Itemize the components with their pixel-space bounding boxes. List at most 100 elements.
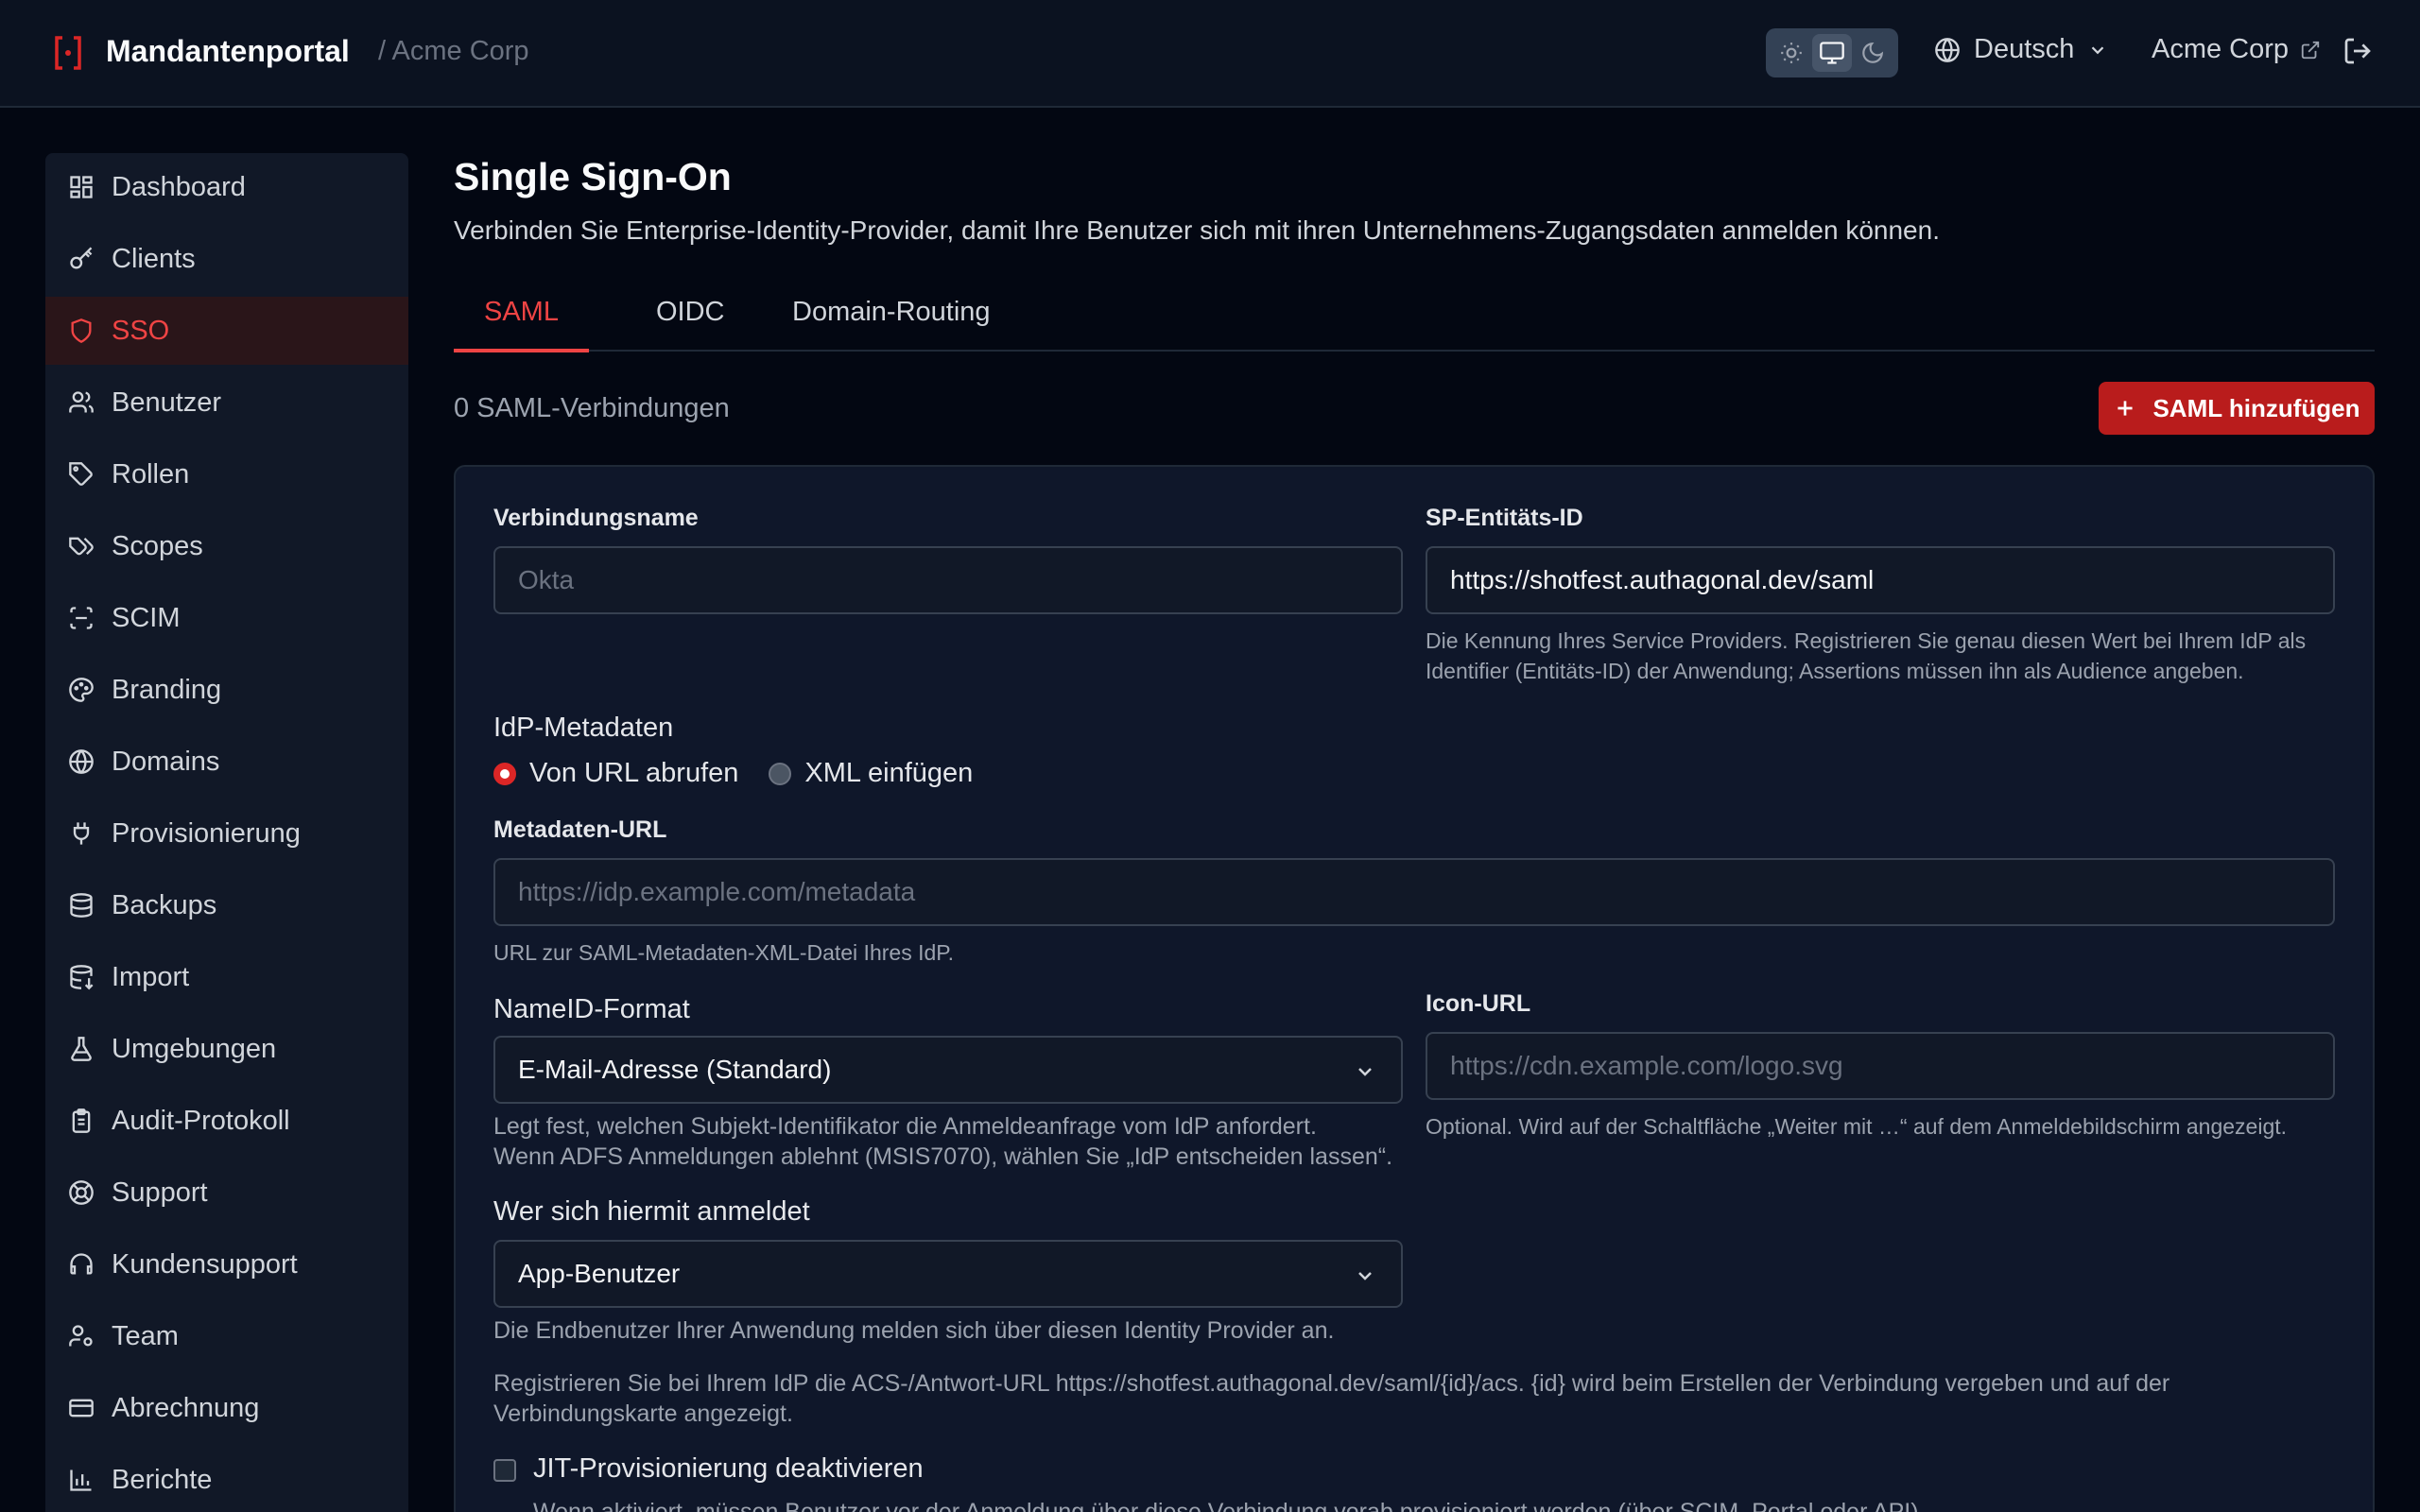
tab-oidc[interactable]: OIDC	[626, 297, 755, 349]
users-icon	[69, 391, 94, 413]
sidebar-item-scopes[interactable]: Scopes	[45, 512, 408, 580]
sidebar-item-team[interactable]: Team	[45, 1302, 408, 1370]
tenant-label: Acme Corp	[2152, 34, 2290, 64]
sidebar-item-label: Benutzer	[112, 387, 222, 418]
sidebar-item-backups[interactable]: Backups	[45, 871, 408, 939]
sidebar-item-label: Backups	[112, 889, 217, 920]
sidebar-item-label: SCIM	[112, 602, 181, 633]
key-icon	[70, 247, 93, 269]
globe-icon	[69, 749, 94, 774]
flask-icon	[71, 1037, 92, 1061]
tags-icon	[69, 537, 94, 556]
radio-url-label[interactable]: Von URL abrufen	[529, 758, 738, 789]
headset-icon	[70, 1253, 93, 1275]
sidebar-item-support[interactable]: Support	[45, 1159, 408, 1227]
theme-light-button[interactable]	[1772, 34, 1811, 72]
sidebar-item-label: SSO	[112, 315, 170, 346]
icon-url-help: Optional. Wird auf der Schaltfläche „Wei…	[1426, 1114, 2288, 1139]
who-signs-in-label: Wer sich hiermit anmeldet	[493, 1196, 810, 1227]
database-icon	[70, 893, 93, 918]
sidebar-item-label: Scopes	[112, 530, 203, 561]
sidebar-item-label: Dashboard	[112, 171, 246, 202]
palette-icon	[69, 678, 94, 702]
sidebar-item-import[interactable]: Import	[45, 943, 408, 1011]
metadata-url-input[interactable]: https://idp.example.com/metadata	[493, 858, 2335, 926]
sidebar-item-label: Support	[112, 1177, 208, 1208]
metadata-url-help: URL zur SAML-Metadaten-XML-Datei Ihres I…	[493, 940, 955, 965]
sp-entity-id-help-1: Die Kennung Ihres Service Providers. Reg…	[1426, 628, 2307, 653]
tag-icon	[69, 462, 93, 486]
connection-name-label: Verbindungsname	[493, 505, 699, 531]
sp-entity-id-input[interactable]: https://shotfest.authagonal.dev/saml	[1426, 546, 2335, 614]
jit-checkbox[interactable]	[493, 1459, 516, 1482]
breadcrumb: / Acme Corp	[378, 36, 529, 66]
chevron-down-icon	[2092, 45, 2104, 54]
sidebar-item-label: Umgebungen	[112, 1033, 277, 1064]
sidebar-item-label: Provisionierung	[112, 817, 301, 849]
icon-url-input[interactable]: https://cdn.example.com/logo.svg	[1426, 1032, 2335, 1100]
sidebar-item-label: Team	[112, 1320, 179, 1351]
radio-url[interactable]	[493, 762, 516, 785]
radio-xml[interactable]	[769, 762, 792, 785]
sidebar-item-abrechnung[interactable]: Abrechnung	[45, 1374, 408, 1442]
shield-icon	[71, 318, 92, 343]
tab-saml[interactable]: SAML	[454, 297, 589, 352]
nameid-format-help-1: Legt fest, welchen Subjekt-Identifikator…	[493, 1113, 1317, 1140]
sidebar-item-rollen[interactable]: Rollen	[45, 440, 408, 508]
acs-note-1: Registrieren Sie bei Ihrem IdP die ACS-/…	[493, 1370, 2170, 1397]
add-saml-button[interactable]: SAML hinzufügen	[2099, 382, 2375, 435]
user-cog-icon	[69, 1325, 93, 1347]
scan-icon	[70, 607, 93, 629]
sidebar-item-label: Audit-Protokoll	[112, 1105, 290, 1136]
sidebar-item-dashboard[interactable]: Dashboard	[45, 153, 408, 221]
jit-label[interactable]: JIT-Provisionierung deaktivieren	[533, 1453, 924, 1485]
tenant-link[interactable]: Acme Corp	[2152, 34, 2321, 65]
bar-chart-icon	[70, 1469, 92, 1491]
sp-entity-id-label: SP-Entitäts-ID	[1426, 505, 1583, 531]
sidebar-item-label: Import	[112, 961, 190, 992]
nameid-format-label: NameID-Format	[493, 994, 690, 1024]
lifebuoy-icon	[69, 1180, 94, 1205]
jit-help: Wenn aktiviert, müssen Benutzer vor der …	[533, 1499, 1926, 1512]
sidebar-item-sso[interactable]: SSO	[45, 297, 408, 365]
sidebar-item-scim[interactable]: SCIM	[45, 584, 408, 652]
sidebar-item-umgebungen[interactable]: Umgebungen	[45, 1015, 408, 1083]
tab-bar: SAML OIDC Domain-Routing	[454, 284, 2375, 352]
chevron-down-icon	[1358, 1068, 1372, 1076]
app-title: Mandantenportal	[106, 34, 350, 68]
who-signs-in-value: App-Benutzer	[518, 1259, 681, 1288]
monitor-icon	[1820, 42, 1844, 64]
sidebar-item-label: Rollen	[112, 458, 190, 490]
sidebar-item-label: Berichte	[112, 1464, 213, 1495]
credit-card-icon	[69, 1399, 94, 1418]
sidebar-item-berichte[interactable]: Berichte	[45, 1446, 408, 1512]
globe-icon	[1935, 37, 1960, 62]
radio-xml-label[interactable]: XML einfügen	[804, 758, 973, 789]
sidebar: Dashboard Clients SSO Benutzer Rollen Sc…	[45, 153, 408, 1512]
sidebar-item-audit-protokoll[interactable]: Audit-Protokoll	[45, 1087, 408, 1155]
sidebar-item-branding[interactable]: Branding	[45, 656, 408, 724]
sidebar-item-kundensupport[interactable]: Kundensupport	[45, 1230, 408, 1298]
connection-count: 0 SAML-Verbindungen	[454, 393, 730, 423]
dashboard-icon	[70, 176, 93, 198]
tab-domain-routing[interactable]: Domain-Routing	[762, 297, 1021, 349]
sp-entity-id-help-2: Identifier (Entitäts-ID) der Anwendung; …	[1426, 659, 2244, 683]
nameid-format-help-2: Wenn ADFS Anmeldungen ablehnt (MSIS7070)…	[493, 1143, 1393, 1170]
language-select[interactable]: Deutsch	[1934, 34, 2108, 65]
theme-system-button[interactable]	[1811, 34, 1852, 72]
logout-icon[interactable]	[2342, 36, 2373, 66]
plus-icon	[2118, 401, 2134, 416]
connection-name-input[interactable]: Okta	[493, 546, 1403, 614]
theme-dark-button[interactable]	[1853, 34, 1893, 72]
language-label: Deutsch	[1974, 34, 2075, 64]
nameid-format-select[interactable]: E-Mail-Adresse (Standard)	[493, 1036, 1403, 1104]
sun-icon	[1781, 43, 1803, 63]
saml-form-card	[454, 465, 2375, 1512]
who-signs-in-select[interactable]: App-Benutzer	[493, 1240, 1403, 1308]
sidebar-item-benutzer[interactable]: Benutzer	[45, 369, 408, 437]
sidebar-item-clients[interactable]: Clients	[45, 225, 408, 293]
chevron-down-icon	[1358, 1272, 1372, 1280]
sidebar-item-domains[interactable]: Domains	[45, 728, 408, 796]
moon-icon	[1861, 42, 1883, 63]
sidebar-item-provisionierung[interactable]: Provisionierung	[45, 799, 408, 868]
